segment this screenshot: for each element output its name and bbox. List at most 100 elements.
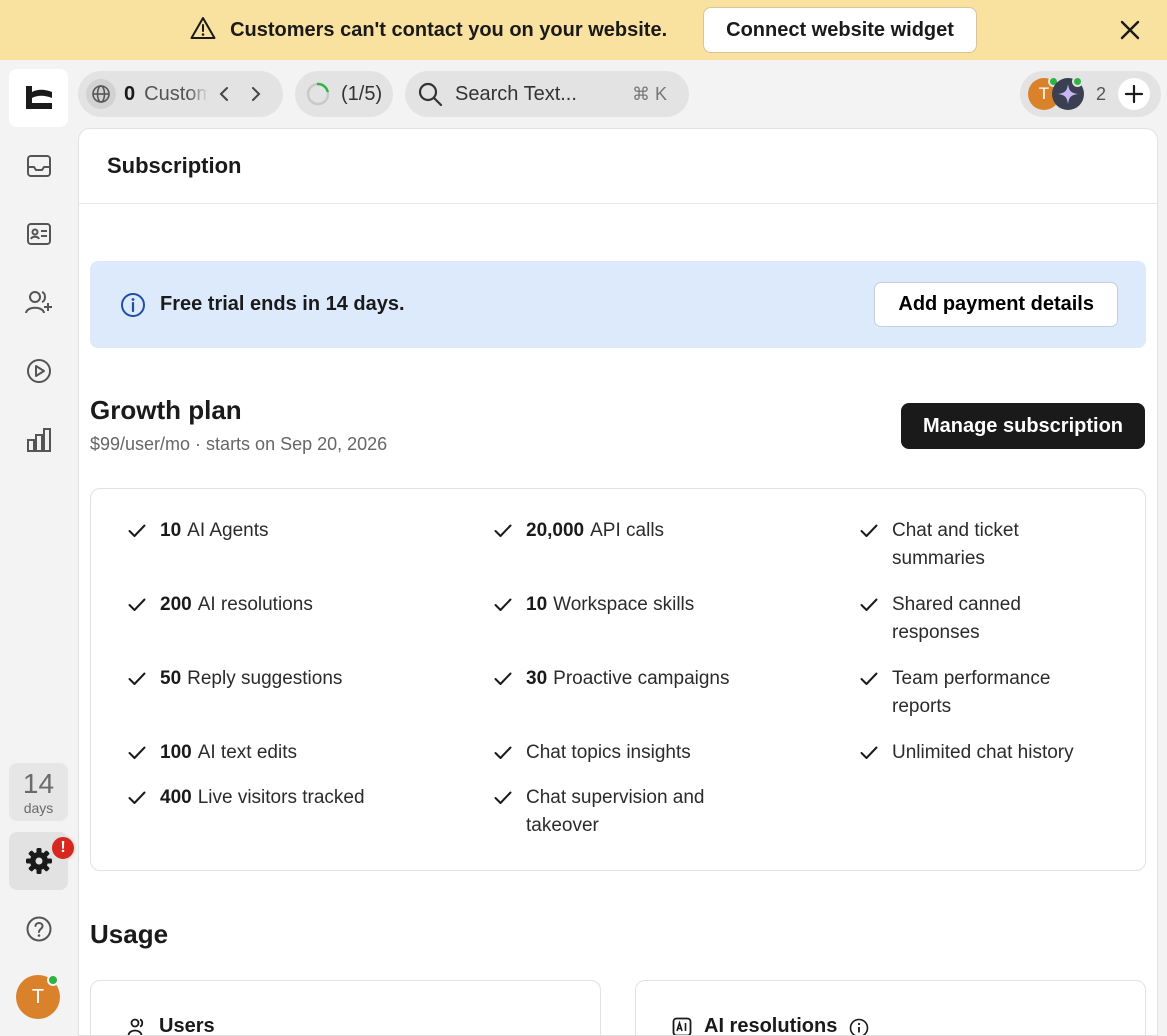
- progress-ring-icon: [306, 82, 330, 106]
- check-icon: [494, 665, 514, 693]
- logo[interactable]: [9, 69, 68, 127]
- feature-item: 200 AI resolutions: [128, 591, 448, 619]
- customers-label: Customers: [144, 82, 209, 105]
- usage-card-label: Users: [159, 1015, 215, 1036]
- check-icon: [494, 784, 514, 812]
- feature-label: Workspace skills: [553, 594, 695, 615]
- gear-icon: [25, 848, 52, 874]
- feature-value: 50: [160, 668, 182, 689]
- feature-label: Team performance reports: [892, 668, 1051, 717]
- check-icon: [494, 517, 514, 545]
- feature-item: Chat topics insights: [494, 739, 814, 767]
- inbox-icon[interactable]: [23, 150, 55, 182]
- search-input[interactable]: Search Text...: [455, 83, 577, 106]
- trial-notice: Free trial ends in 14 days. Add payment …: [90, 261, 1146, 348]
- check-icon: [128, 517, 148, 545]
- feature-value: 200: [160, 594, 192, 615]
- progress-text: (1/5): [341, 82, 383, 105]
- feature-item: Team performance reports: [860, 665, 1090, 721]
- alert-badge: !: [50, 835, 76, 861]
- feature-value: 10: [160, 520, 182, 541]
- check-icon: [128, 784, 148, 812]
- feature-value: 100: [160, 742, 192, 763]
- team-count: 2: [1096, 83, 1107, 104]
- feature-label: Chat and ticket summaries: [892, 520, 1019, 569]
- feature-label: AI Agents: [187, 520, 269, 541]
- feature-item: Unlimited chat history: [860, 739, 1130, 767]
- users-icon: [127, 1017, 147, 1035]
- feature-value: 10: [526, 594, 548, 615]
- add-payment-button[interactable]: Add payment details: [874, 282, 1118, 327]
- check-icon: [494, 591, 514, 619]
- info-icon: [121, 292, 145, 317]
- globe-icon: [86, 79, 116, 109]
- warning-icon: [190, 16, 216, 45]
- settings-button[interactable]: !: [9, 832, 76, 890]
- banner-message: Customers can't contact you on your webs…: [230, 18, 668, 41]
- contact-card-icon[interactable]: [23, 218, 55, 250]
- online-status-dot: [47, 974, 59, 986]
- add-button[interactable]: [1118, 78, 1151, 110]
- page-title: Subscription: [107, 153, 242, 178]
- manage-subscription-button[interactable]: Manage subscription: [900, 403, 1145, 449]
- ai-icon: [672, 1017, 692, 1035]
- online-status-dot: [1072, 76, 1083, 87]
- feature-label: AI text edits: [197, 742, 297, 763]
- feature-value: 20,000: [526, 520, 585, 541]
- feature-label: API calls: [590, 520, 665, 541]
- check-icon: [860, 591, 880, 619]
- close-icon[interactable]: [1117, 17, 1143, 43]
- search-bar[interactable]: Search Text... ⌘ K: [405, 71, 689, 117]
- search-icon: [418, 82, 443, 107]
- chevron-left-icon[interactable]: [214, 84, 234, 104]
- trial-message: Free trial ends in 14 days.: [160, 293, 405, 315]
- feature-item: 100 AI text edits: [128, 739, 448, 767]
- usage-heading: Usage: [90, 919, 169, 949]
- check-icon: [128, 591, 148, 619]
- connect-widget-button[interactable]: Connect website widget: [703, 7, 977, 53]
- feature-label: Chat supervision and takeover: [526, 787, 705, 836]
- feature-item: 50 Reply suggestions: [128, 665, 448, 693]
- onboarding-progress-pill[interactable]: (1/5): [295, 71, 393, 117]
- feature-value: 400: [160, 787, 192, 808]
- feature-item: 400 Live visitors tracked: [128, 784, 448, 812]
- add-users-icon[interactable]: [23, 286, 55, 318]
- subscription-panel: Subscription Free trial ends in 14 days.…: [78, 128, 1158, 1036]
- customers-count: 0: [124, 82, 136, 105]
- help-icon[interactable]: [23, 913, 55, 945]
- panel-header: Subscription: [79, 129, 1157, 204]
- check-icon: [860, 665, 880, 693]
- feature-label: AI resolutions: [197, 594, 313, 615]
- feature-item: 10 AI Agents: [128, 517, 448, 545]
- feature-label: Live visitors tracked: [197, 787, 365, 808]
- feature-item: 30 Proactive campaigns: [494, 665, 814, 693]
- usage-card-label: AI resolutions: [704, 1015, 838, 1036]
- play-circle-icon[interactable]: [23, 355, 55, 387]
- plan-features: 10 AI Agents 200 AI resolutions 50 Reply su…: [90, 488, 1146, 871]
- info-icon[interactable]: [849, 1018, 869, 1035]
- feature-item: Shared canned responses: [860, 591, 1060, 647]
- feature-item: Chat supervision and takeover: [494, 784, 724, 840]
- feature-label: Unlimited chat history: [892, 742, 1074, 763]
- check-icon: [860, 517, 880, 545]
- feature-item: 20,000 API calls: [494, 517, 814, 545]
- feature-label: Chat topics insights: [526, 742, 691, 763]
- plan-name: Growth plan: [90, 395, 242, 425]
- check-icon: [128, 739, 148, 767]
- feature-label: Shared canned responses: [892, 594, 1021, 643]
- bar-chart-icon[interactable]: [23, 424, 55, 456]
- trial-days-label: days: [23, 800, 54, 816]
- trial-days-counter[interactable]: 14 days: [9, 763, 68, 821]
- check-icon: [860, 739, 880, 767]
- feature-item: Chat and ticket summaries: [860, 517, 1060, 573]
- team-pill[interactable]: T 2: [1020, 71, 1161, 117]
- feature-value: 30: [526, 668, 548, 689]
- check-icon: [494, 739, 514, 767]
- customers-pill[interactable]: 0 Customers: [78, 71, 283, 117]
- check-icon: [128, 665, 148, 693]
- search-shortcut: ⌘ K: [631, 83, 667, 104]
- feature-label: Reply suggestions: [187, 668, 343, 689]
- top-toolbar: 0 Customers (1/5) Search Text... ⌘ K T 2: [78, 70, 1167, 118]
- chevron-right-icon[interactable]: [246, 84, 266, 104]
- plan-subtitle: $99/user/mo · starts on Sep 20, 2026: [90, 434, 388, 454]
